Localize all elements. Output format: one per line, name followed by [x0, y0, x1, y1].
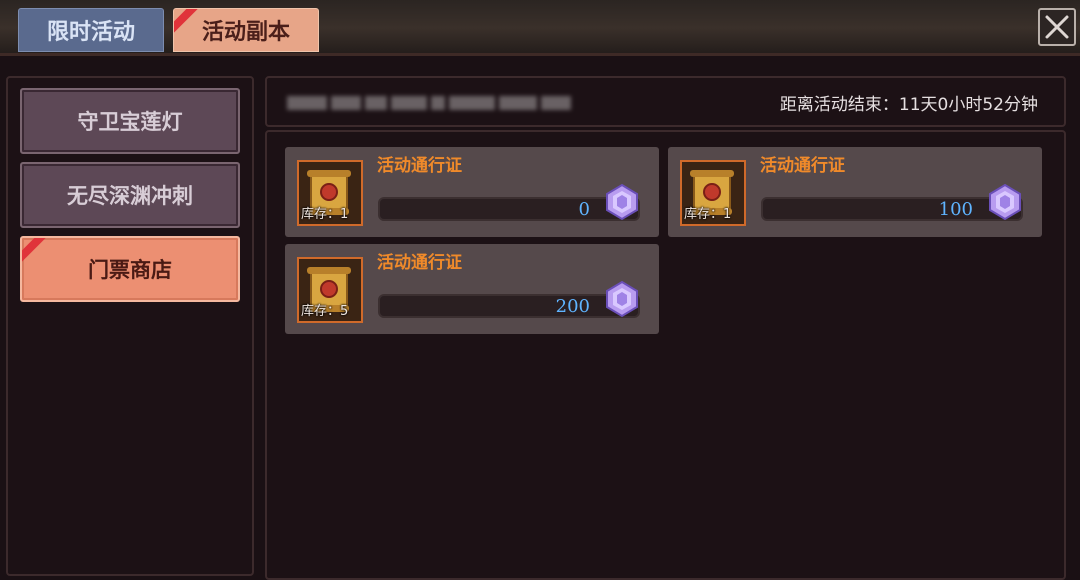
crystal-icon: [606, 280, 638, 318]
item-name: 活动通行证: [377, 156, 462, 176]
price-bar: 0: [378, 197, 640, 221]
stock-count: 库存：5: [301, 304, 349, 319]
menu-item-label: 无尽深渊冲刺: [67, 183, 193, 208]
menu-item-ticket-shop[interactable]: 门票商店: [20, 236, 240, 302]
event-countdown: 距离活动结束：11天0小时52分钟: [779, 95, 1038, 115]
item-price: 0: [578, 199, 590, 220]
item-name: 活动通行证: [760, 156, 845, 176]
shop-panel: 库存：1 活动通行证 0 库存：1 活动通行证 100 库存：5 活动通行证 2…: [265, 130, 1066, 580]
price-bar: 200: [378, 294, 640, 318]
crystal-icon: [606, 183, 638, 221]
new-ribbon-icon: [174, 9, 208, 43]
scroll-icon: 库存：1: [680, 160, 746, 226]
item-price: 100: [938, 199, 973, 220]
scroll-icon: 库存：1: [297, 160, 363, 226]
event-header: 距离活动结束：11天0小时52分钟: [265, 76, 1066, 127]
item-name: 活动通行证: [377, 253, 462, 273]
menu-item-label: 门票商店: [88, 257, 172, 282]
tab-event-dungeon[interactable]: 活动副本: [173, 8, 319, 52]
menu-item-guard-lotus-lamp[interactable]: 守卫宝莲灯: [20, 88, 240, 154]
shop-item[interactable]: 库存：5 活动通行证 200: [285, 244, 659, 334]
side-menu: 守卫宝莲灯 无尽深渊冲刺 门票商店: [6, 76, 254, 576]
scroll-icon: 库存：5: [297, 257, 363, 323]
price-bar: 100: [761, 197, 1023, 221]
top-bar: 限时活动 活动副本: [0, 0, 1080, 56]
tab-label: 活动副本: [201, 19, 290, 45]
menu-item-endless-abyss[interactable]: 无尽深渊冲刺: [20, 162, 240, 228]
shop-item[interactable]: 库存：1 活动通行证 100: [668, 147, 1042, 237]
stock-count: 库存：1: [684, 207, 732, 222]
crystal-icon: [989, 183, 1021, 221]
tab-limited-event[interactable]: 限时活动: [18, 8, 164, 52]
close-icon: [1045, 15, 1069, 39]
new-ribbon-icon: [22, 238, 56, 272]
item-price: 200: [555, 296, 590, 317]
shop-item[interactable]: 库存：1 活动通行证 0: [285, 147, 659, 237]
close-button[interactable]: [1038, 8, 1076, 46]
stock-count: 库存：1: [301, 207, 349, 222]
menu-item-label: 守卫宝莲灯: [77, 109, 183, 134]
blurred-description: [287, 94, 587, 112]
tab-label: 限时活动: [46, 19, 135, 45]
